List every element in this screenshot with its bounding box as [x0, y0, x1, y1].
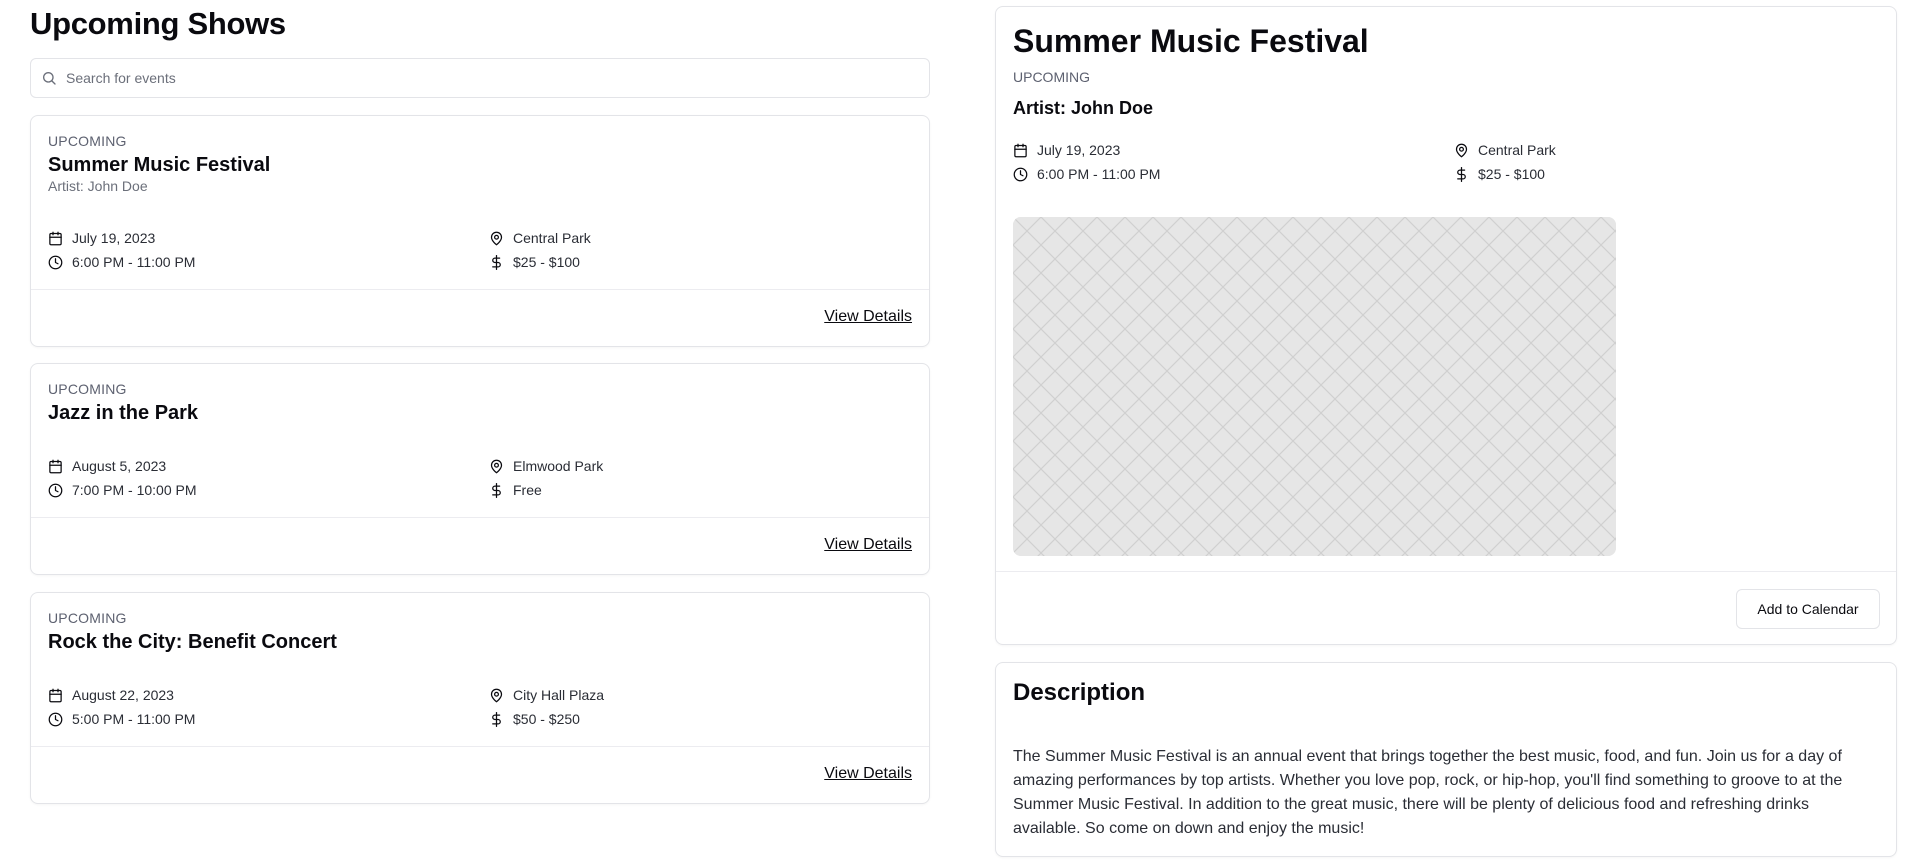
event-time-text: 5:00 PM - 11:00 PM	[72, 711, 196, 727]
event-price: $50 - $250	[489, 709, 580, 729]
event-date-text: August 22, 2023	[72, 687, 174, 703]
event-date: August 5, 2023	[48, 456, 166, 476]
event-time-text: 6:00 PM - 11:00 PM	[72, 254, 196, 270]
page: Upcoming Shows UPCOMING Summer Music Fes…	[0, 0, 1918, 865]
event-price: Free	[489, 480, 542, 500]
description-card: Description The Summer Music Festival is…	[995, 662, 1897, 857]
detail-title: Summer Music Festival	[1013, 23, 1369, 59]
event-title: Summer Music Festival	[48, 154, 271, 176]
clock-icon	[1013, 167, 1028, 181]
event-location-text: City Hall Plaza	[513, 687, 605, 703]
event-location: City Hall Plaza	[489, 685, 604, 705]
detail-date-text: July 19, 2023	[1037, 142, 1121, 158]
detail-price-text: $25 - $100	[1478, 166, 1545, 182]
event-status: UPCOMING	[48, 381, 127, 397]
event-time: 5:00 PM - 11:00 PM	[48, 709, 195, 729]
view-details-link[interactable]: View Details	[824, 536, 912, 554]
event-date: August 22, 2023	[48, 685, 174, 705]
dollar-icon	[1457, 166, 1466, 182]
calendar-icon	[49, 231, 62, 245]
calendar-icon	[49, 688, 62, 702]
event-date: July 19, 2023	[48, 228, 155, 248]
event-status: UPCOMING	[48, 610, 127, 626]
event-location: Central Park	[489, 228, 591, 248]
description-body: The Summer Music Festival is an annual e…	[1013, 748, 1843, 837]
search-bar[interactable]	[30, 58, 930, 98]
calendar-icon	[49, 459, 62, 473]
dollar-icon	[492, 482, 501, 498]
event-card: UPCOMING Summer Music Festival Artist: J…	[30, 115, 930, 347]
event-price: $25 - $100	[489, 252, 580, 272]
clock-icon	[48, 712, 63, 726]
event-location: Elmwood Park	[489, 456, 603, 476]
event-price-text: $50 - $250	[513, 711, 580, 727]
map-pin-icon	[490, 688, 503, 702]
detail-location-text: Central Park	[1478, 142, 1556, 158]
event-location-text: Central Park	[513, 230, 591, 246]
event-title: Jazz in the Park	[48, 402, 199, 424]
image-placeholder	[1013, 217, 1616, 556]
view-details-link[interactable]: View Details	[824, 308, 912, 326]
page-title: Upcoming Shows	[30, 6, 286, 41]
event-price-text: Free	[513, 482, 542, 498]
event-date-text: July 19, 2023	[72, 230, 156, 246]
clock-icon	[48, 483, 63, 497]
card-divider	[31, 289, 929, 290]
detail-artist: Artist: John Doe	[1013, 98, 1154, 118]
detail-date: July 19, 2023	[1013, 140, 1120, 160]
event-time-text: 7:00 PM - 10:00 PM	[72, 482, 197, 498]
detail-time: 6:00 PM - 11:00 PM	[1013, 164, 1160, 184]
dollar-icon	[492, 711, 501, 727]
calendar-icon	[1014, 143, 1027, 157]
event-time: 6:00 PM - 11:00 PM	[48, 252, 195, 272]
event-card: UPCOMING Rock the City: Benefit Concert …	[30, 592, 930, 804]
card-divider	[31, 517, 929, 518]
event-card: UPCOMING Jazz in the Park August 5, 2023…	[30, 363, 930, 575]
event-detail-card: Summer Music Festival UPCOMING Artist: J…	[995, 6, 1897, 645]
event-artist: Artist: John Doe	[48, 178, 148, 194]
search-input[interactable]	[66, 70, 886, 86]
dollar-icon	[492, 254, 501, 270]
card-divider	[31, 746, 929, 747]
detail-price: $25 - $100	[1454, 164, 1545, 184]
event-location-text: Elmwood Park	[513, 458, 604, 474]
map-pin-icon	[490, 459, 503, 473]
event-price-text: $25 - $100	[513, 254, 580, 270]
map-pin-icon	[490, 231, 503, 245]
description-heading: Description	[1013, 679, 1146, 706]
event-title: Rock the City: Benefit Concert	[48, 631, 337, 653]
map-pin-icon	[1455, 143, 1468, 157]
detail-status: UPCOMING	[1013, 69, 1090, 85]
add-to-calendar-button[interactable]: Add to Calendar	[1736, 589, 1880, 629]
event-date-text: August 5, 2023	[72, 458, 167, 474]
event-status: UPCOMING	[48, 133, 127, 149]
search-icon	[43, 72, 56, 85]
view-details-link[interactable]: View Details	[824, 765, 912, 783]
detail-divider	[996, 571, 1896, 572]
detail-location: Central Park	[1454, 140, 1556, 160]
clock-icon	[48, 255, 63, 269]
event-time: 7:00 PM - 10:00 PM	[48, 480, 197, 500]
detail-time-text: 6:00 PM - 11:00 PM	[1037, 166, 1161, 182]
